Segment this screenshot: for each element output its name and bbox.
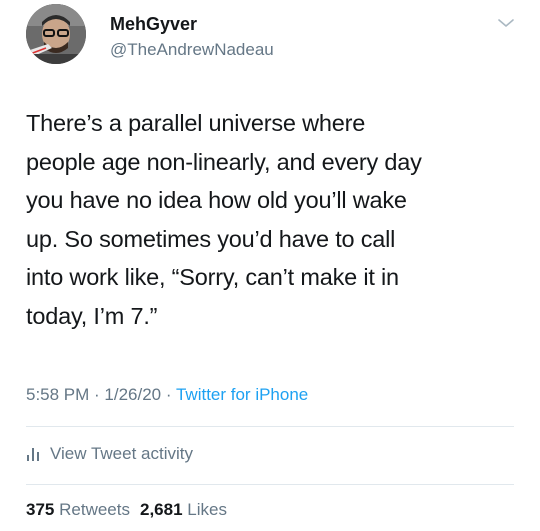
bar-chart-icon [27, 448, 39, 461]
retweets-label: Retweets [59, 500, 130, 519]
meta-separator: · [161, 385, 176, 404]
retweets-stat[interactable]: 375 Retweets [26, 500, 130, 519]
tweet-line: into work like, “Sorry, can’t make it in [26, 264, 399, 290]
tweet-meta: 5:58 PM · 1/26/20 · Twitter for iPhone [26, 385, 308, 405]
tweet-line: people age non-linearly, and every day [26, 148, 422, 175]
tweet-text: There’s a parallel universe where people… [26, 104, 526, 335]
tweet-source[interactable]: Twitter for iPhone [176, 385, 308, 404]
likes-stat[interactable]: 2,681 Likes [140, 500, 227, 519]
chevron-down-icon[interactable] [496, 16, 516, 30]
likes-label: Likes [187, 500, 227, 519]
meta-separator: · [89, 385, 105, 404]
tweet-date[interactable]: 1/26/20 [104, 385, 161, 404]
tweet-line: you have no idea how old you’ll wake [26, 187, 407, 213]
display-name[interactable]: MehGyver [110, 14, 197, 35]
avatar[interactable] [26, 4, 86, 64]
view-activity-link[interactable]: View Tweet activity [26, 444, 193, 464]
profile-photo [26, 4, 86, 64]
view-activity-label: View Tweet activity [50, 444, 193, 463]
tweet-stats: 375 Retweets 2,681 Likes [26, 500, 227, 520]
tweet-line: today, I’m 7.” [26, 302, 158, 329]
user-handle[interactable]: @TheAndrewNadeau [110, 40, 274, 60]
retweets-count: 375 [26, 500, 55, 519]
tweet-line: There’s a parallel universe where [26, 110, 366, 136]
divider [26, 426, 514, 427]
tweet-time[interactable]: 5:58 PM [26, 385, 89, 404]
divider [26, 484, 514, 485]
tweet-line: up. So sometimes you’d have to call [26, 225, 396, 252]
likes-count: 2,681 [139, 500, 183, 519]
